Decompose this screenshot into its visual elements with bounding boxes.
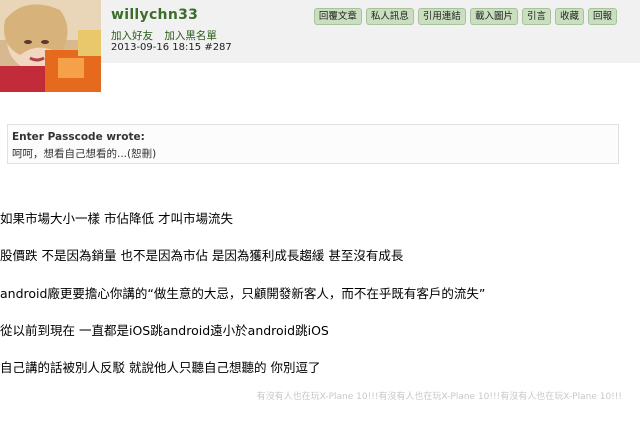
post-body-line: 自己講的話被別人反駁 就說他人只聽自己想聽的 你別逗了 — [0, 360, 321, 375]
quote-link-button[interactable]: 引用連結 — [417, 8, 466, 25]
add-blacklist-link[interactable]: 加入黑名單 — [164, 30, 217, 42]
report-button[interactable]: 回報 — [587, 8, 617, 25]
user-links: 加入好友 加入黑名單 — [111, 28, 225, 43]
post-body-line: 股價跌 不是因為銷量 也不是因為市佔 是因為獲利成長趨緩 甚至沒有成長 — [0, 248, 404, 263]
post-body-line: 如果市場大小一樣 市佔降低 才叫市場流失 — [0, 211, 233, 226]
post-actions: 回覆文章 私人訊息 引用連結 載入圖片 引言 收藏 回報 — [313, 8, 617, 25]
quote-button[interactable]: 引言 — [521, 8, 551, 25]
favorite-button[interactable]: 收藏 — [554, 8, 584, 25]
username[interactable]: willychn33 — [111, 7, 198, 23]
private-message-button[interactable]: 私人訊息 — [365, 8, 414, 25]
quote-block: Enter Passcode wrote: 呵呵，想看自己想看的...(恕刪) — [7, 124, 619, 164]
add-friend-link[interactable]: 加入好友 — [111, 30, 153, 42]
quote-text: 呵呵，想看自己想看的...(恕刪) — [12, 148, 157, 160]
post-number[interactable]: #287 — [204, 42, 231, 53]
post-body-line: 從以前到現在 一直都是iOS跳android遠小於android跳iOS — [0, 323, 329, 338]
post-body-line: android廠更要擔心你講的“做生意的大忌，只顧開發新客人，而不在乎既有客戶的… — [0, 286, 486, 301]
signature: 有沒有人也在玩X-Plane 10!!!有沒有人也在玩X-Plane 10!!!… — [256, 392, 622, 402]
quote-title: Enter Passcode wrote: — [12, 131, 145, 143]
post-meta: 2013-09-16 18:15 #287 — [111, 42, 232, 53]
load-images-button[interactable]: 載入圖片 — [469, 8, 518, 25]
post-timestamp: 2013-09-16 18:15 — [111, 42, 202, 53]
avatar[interactable] — [0, 0, 101, 92]
reply-button[interactable]: 回覆文章 — [313, 8, 362, 25]
